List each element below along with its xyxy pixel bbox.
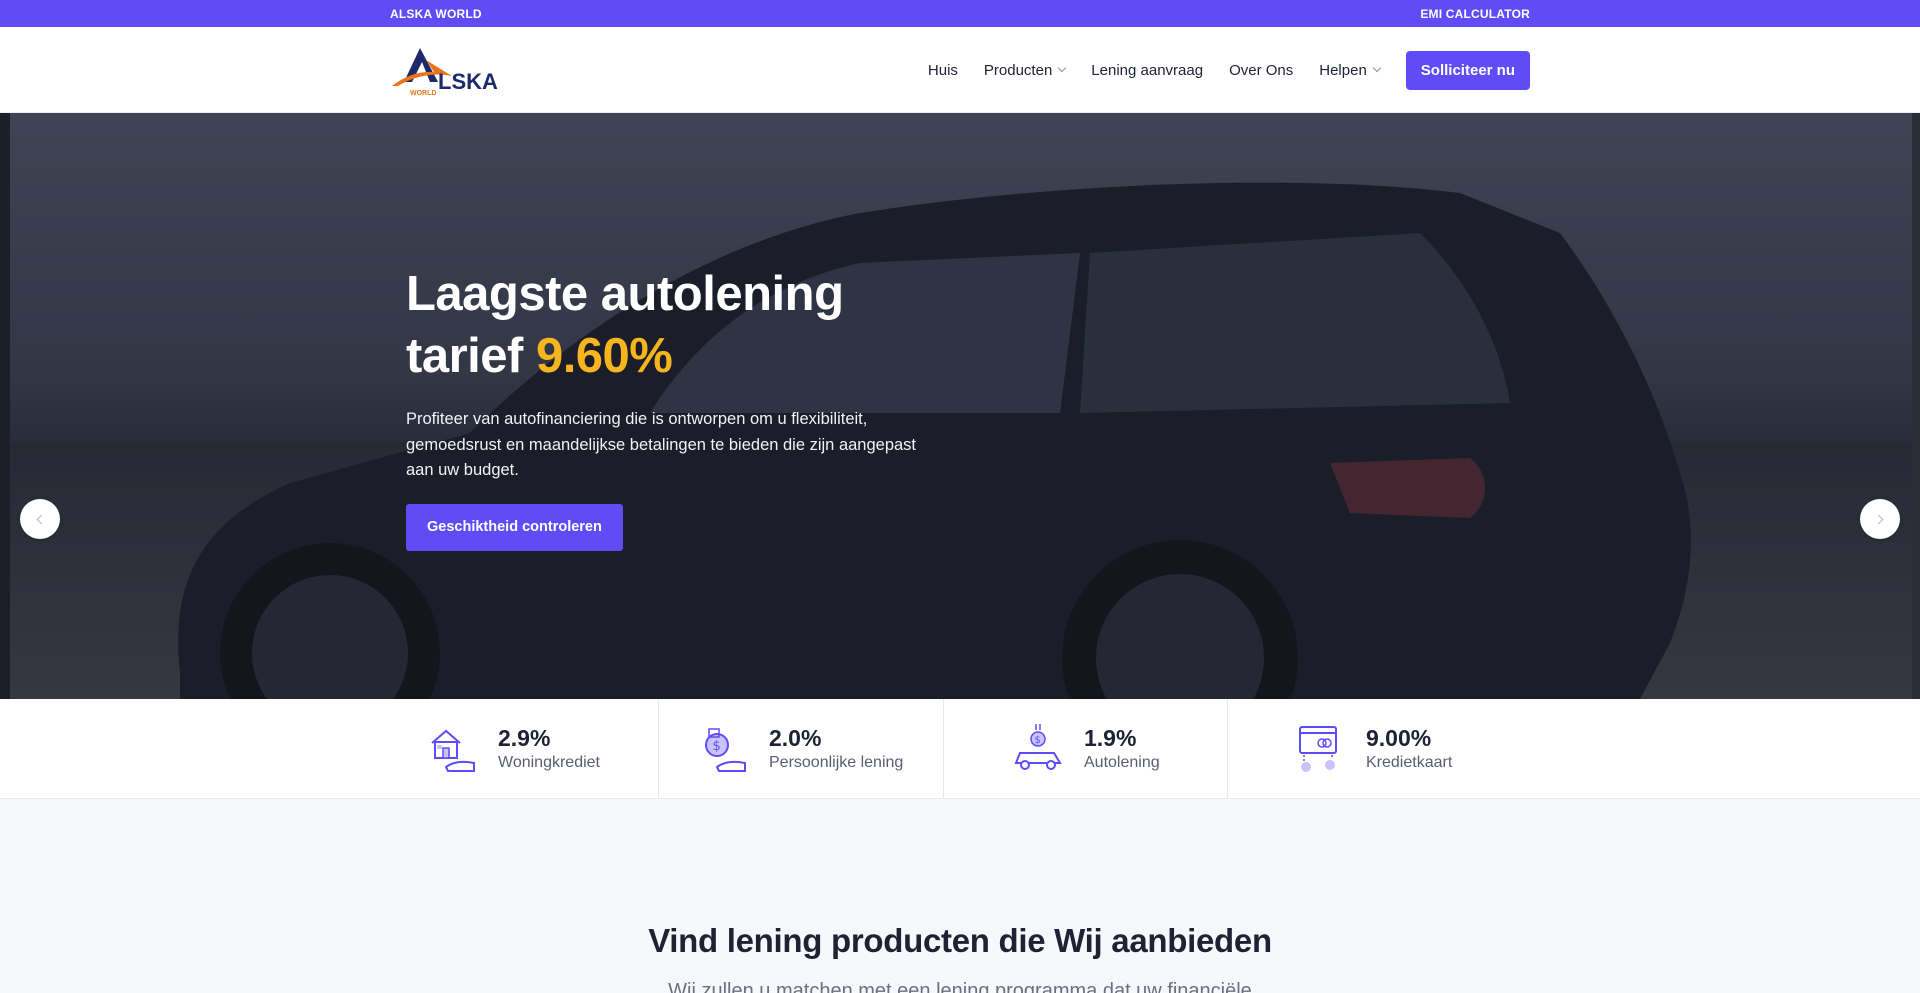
stat-item[interactable]: $ 2.0% Persoonlijke lening (659, 699, 944, 799)
stat-label: Autolening (1084, 753, 1160, 771)
site-header: LSKA WORLD Huis Producten Lening aanvraa… (0, 27, 1920, 113)
credit-card-icon (1299, 726, 1337, 772)
rates-bar: 2.9% Woningkrediet $ 2.0% Persoonlijke l… (0, 699, 1920, 799)
carousel-next-button[interactable] (1860, 499, 1900, 539)
top-strip: ALSKA WORLD EMI CALCULATOR (0, 0, 1920, 27)
stat-label: Kredietkaart (1366, 753, 1453, 771)
logo-subword: WORLD (410, 90, 436, 97)
house-hand-icon (431, 729, 475, 772)
brand-link[interactable]: ALSKA WORLD (390, 7, 482, 21)
nav-item-lening-aanvraag[interactable]: Lening aanvraag (1091, 62, 1203, 79)
stat-value: 2.9% (498, 724, 551, 751)
emi-calculator-link[interactable]: EMI CALCULATOR (1420, 7, 1530, 21)
check-eligibility-button[interactable]: Geschiktheid controleren (406, 503, 623, 551)
hero-content: Laagste autolening tarief 9.60% Profitee… (406, 263, 966, 551)
stat-value: 2.0% (769, 724, 822, 751)
main-nav: Huis Producten Lening aanvraag Over Ons … (902, 50, 1530, 90)
hero-carousel: Laagste autolening tarief 9.60% Profitee… (0, 113, 1920, 699)
carousel-prev-button[interactable] (20, 499, 60, 539)
nav-item-label: Huis (927, 61, 958, 79)
svg-text:$: $ (1035, 735, 1041, 746)
nav-item-over-ons[interactable]: Over Ons (1229, 62, 1293, 79)
products-subtitle: Wij zullen u matchen met een lening prog… (668, 980, 1252, 993)
chevron-down-icon (1372, 63, 1382, 73)
logo-wordmark: LSKA (438, 69, 498, 94)
car-dollar-icon: $ (1014, 724, 1062, 770)
hero-title-line1: Laagste autolening (406, 267, 844, 321)
carousel-edge-right (1912, 113, 1920, 699)
stat-value: 1.9% (1084, 724, 1137, 751)
nav-item-helpen[interactable]: Helpen (1319, 61, 1382, 79)
hero-title: Laagste autolening tarief 9.60% (406, 263, 966, 387)
hero-title-line2: tarief (406, 329, 536, 383)
nav-item-label: Producten (983, 61, 1053, 79)
carousel-edge-left (0, 113, 10, 699)
hero-rate: 9.60% (535, 329, 673, 383)
money-bag-hand-icon: $ (705, 728, 746, 772)
chevron-down-icon (1058, 63, 1067, 73)
svg-text:$: $ (713, 739, 721, 754)
stat-item[interactable]: 9.00% Kredietkaart (1228, 699, 1530, 799)
stat-label: Persoonlijke lening (769, 753, 904, 771)
products-section: Vind lening producten die Wij aanbieden … (0, 799, 1920, 993)
nav-item-label: Over Ons (1229, 61, 1294, 79)
nav-item-label: Helpen (1319, 61, 1367, 79)
chevron-left-icon (36, 514, 47, 524)
nav-item-huis[interactable]: Huis (928, 62, 958, 79)
products-title: Vind lening producten die Wij aanbieden (648, 922, 1272, 959)
hero-description: Profiteer van autofinanciering die is on… (406, 410, 917, 479)
alska-logo[interactable]: LSKA WORLD (390, 42, 520, 98)
stat-label: Woningkrediet (498, 753, 600, 771)
apply-now-button[interactable]: Solliciteer nu (1405, 50, 1530, 90)
stat-item[interactable]: $ 1.9% Autolening (944, 699, 1228, 799)
chevron-right-icon (1873, 514, 1884, 524)
stat-value: 9.00% (1366, 724, 1432, 751)
stat-item[interactable]: 2.9% Woningkrediet (390, 699, 659, 799)
nav-item-producten[interactable]: Producten (983, 61, 1067, 79)
nav-item-label: Lening aanvraag (1091, 61, 1204, 79)
